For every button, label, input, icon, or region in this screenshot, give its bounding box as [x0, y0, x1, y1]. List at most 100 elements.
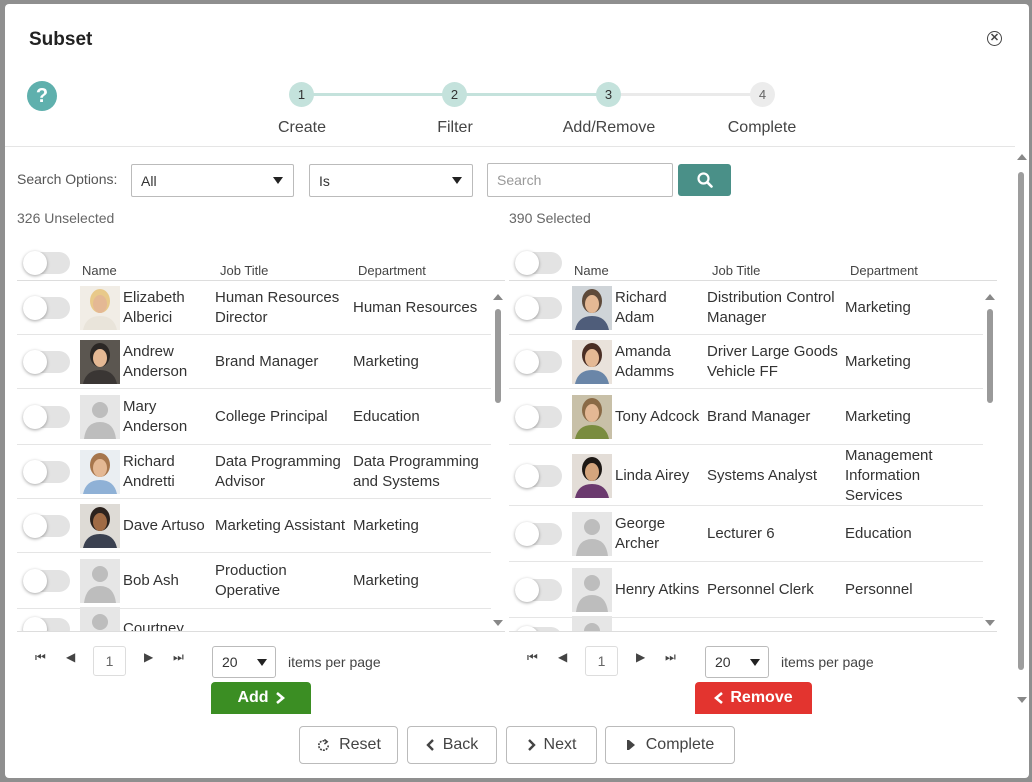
- scroll-up-icon[interactable]: [493, 294, 503, 300]
- table-row[interactable]: Richard Andretti Data Programming Advisor…: [17, 445, 491, 499]
- back-button[interactable]: Back: [407, 726, 497, 764]
- row-select-toggle[interactable]: [515, 522, 562, 546]
- search-options-label: Search Options:: [17, 171, 118, 187]
- dialog-scrollbar[interactable]: [1017, 154, 1027, 704]
- row-select-toggle[interactable]: [515, 405, 562, 429]
- table-row[interactable]: George Archer Lecturer 6 Education: [509, 506, 983, 562]
- department: Personnel: [845, 581, 913, 598]
- table-row[interactable]: Richard Adam Distribution Control Manager…: [509, 281, 983, 335]
- selected-panel: Name Job Title Department Richard Adam Di…: [509, 236, 997, 632]
- row-select-toggle[interactable]: [23, 569, 70, 593]
- table-row[interactable]: MattProduction: [509, 616, 983, 632]
- department: Marketing: [353, 572, 419, 589]
- job-title: Personnel Clerk: [707, 581, 814, 598]
- table-row[interactable]: Amanda Adamms Driver Large Goods Vehicle …: [509, 335, 983, 389]
- row-select-toggle[interactable]: [23, 617, 70, 632]
- avatar: [80, 504, 120, 548]
- chevron-down-icon: [452, 177, 462, 184]
- department: Education: [353, 408, 420, 425]
- employee-name: Henry Atkins: [615, 581, 700, 598]
- row-select-toggle[interactable]: [23, 405, 70, 429]
- row-select-toggle[interactable]: [515, 463, 562, 488]
- page-number[interactable]: 1: [93, 646, 126, 676]
- employee-name: Amanda Adamms: [615, 343, 675, 380]
- step-label-add-remove: Add/Remove: [562, 119, 656, 136]
- step-label-create: Create: [277, 119, 327, 136]
- prev-page-button[interactable]: ◀: [558, 650, 567, 664]
- complete-button[interactable]: Complete: [605, 726, 735, 764]
- avatar: [80, 607, 120, 632]
- page-size-select[interactable]: 20: [705, 646, 769, 678]
- employee-name: Richard Andretti: [123, 453, 175, 490]
- row-select-toggle[interactable]: [515, 578, 562, 602]
- scrollbar-thumb[interactable]: [987, 309, 993, 403]
- table-row[interactable]: Dave Artuso Marketing Assistant Marketing: [17, 499, 491, 553]
- step-label-complete: Complete: [727, 119, 797, 136]
- column-job-title: Job Title: [220, 263, 269, 278]
- search-field-select[interactable]: All: [131, 164, 294, 197]
- chevron-left-icon: [714, 692, 724, 704]
- row-select-toggle[interactable]: [515, 350, 562, 374]
- divider: [17, 631, 505, 632]
- search-button[interactable]: [678, 164, 731, 196]
- page-size-select[interactable]: 20: [212, 646, 276, 678]
- scroll-down-icon[interactable]: [493, 620, 503, 626]
- next-page-button[interactable]: ▶: [144, 650, 153, 664]
- help-icon[interactable]: ?: [27, 81, 57, 111]
- row-select-toggle[interactable]: [23, 350, 70, 374]
- table-row[interactable]: Courtney: [17, 607, 491, 632]
- first-page-button[interactable]: ⏮: [527, 650, 538, 665]
- add-button[interactable]: Add: [211, 682, 311, 714]
- next-button[interactable]: Next: [506, 726, 597, 764]
- column-department: Department: [850, 263, 918, 278]
- table-row[interactable]: Tony Adcock Brand Manager Marketing: [509, 389, 983, 445]
- employee-name: Andrew Anderson: [123, 343, 188, 380]
- table-header: Name Job Title Department: [509, 236, 997, 281]
- next-page-button[interactable]: ▶: [636, 650, 645, 664]
- search-operator-select[interactable]: Is: [309, 164, 473, 197]
- scroll-down-icon[interactable]: [1017, 697, 1027, 703]
- table-row[interactable]: Mary Anderson College Principal Education: [17, 389, 491, 445]
- column-name: Name: [82, 263, 117, 278]
- last-page-button[interactable]: ⏭: [665, 650, 676, 665]
- row-select-toggle[interactable]: [23, 514, 70, 538]
- row-select-toggle[interactable]: [23, 296, 70, 320]
- scrollbar-thumb[interactable]: [1018, 172, 1024, 670]
- avatar: [572, 568, 612, 612]
- department: Marketing: [353, 353, 419, 370]
- table-row[interactable]: Bob Ash Production Operative Marketing: [17, 553, 491, 609]
- scroll-down-icon[interactable]: [985, 620, 995, 626]
- row-select-toggle[interactable]: [515, 296, 562, 320]
- prev-page-button[interactable]: ◀: [66, 650, 75, 664]
- remove-button[interactable]: Remove: [695, 682, 812, 714]
- table-row[interactable]: Linda Airey Systems Analyst Management Inf…: [509, 445, 983, 506]
- table-row[interactable]: Henry Atkins Personnel Clerk Personnel: [509, 562, 983, 618]
- divider: [509, 631, 997, 632]
- department: Management Information Services: [845, 446, 933, 504]
- table-row[interactable]: Andrew Anderson Brand Manager Marketing: [17, 335, 491, 389]
- select-all-toggle[interactable]: [515, 251, 562, 275]
- selected-count: 390 Selected: [509, 210, 591, 226]
- divider: [5, 146, 1015, 147]
- row-select-toggle[interactable]: [23, 460, 70, 484]
- reset-button[interactable]: Reset: [299, 726, 398, 764]
- unselected-list: Elizabeth Alberici Human Resources Direct…: [17, 281, 491, 632]
- chevron-down-icon: [257, 659, 267, 666]
- close-icon[interactable]: ✕: [987, 31, 1002, 46]
- first-page-button[interactable]: ⏮: [35, 650, 46, 665]
- last-page-button[interactable]: ⏭: [173, 650, 184, 665]
- employee-name: Richard Adam: [615, 289, 667, 326]
- search-input[interactable]: [487, 163, 673, 197]
- scroll-up-icon[interactable]: [1017, 154, 1027, 160]
- scrollbar-thumb[interactable]: [495, 309, 501, 403]
- page-number[interactable]: 1: [585, 646, 618, 676]
- subset-dialog: Subset ✕ ? 1 2 3 4 Create Filter Add/Rem…: [5, 4, 1029, 778]
- department: Data Programming and Systems: [353, 453, 479, 490]
- scroll-up-icon[interactable]: [985, 294, 995, 300]
- chevron-right-icon: [527, 739, 536, 751]
- step-2: 2: [442, 82, 467, 107]
- dialog-title: Subset: [29, 29, 93, 50]
- select-all-toggle[interactable]: [23, 251, 70, 275]
- avatar: [572, 340, 612, 384]
- table-row[interactable]: Elizabeth Alberici Human Resources Direct…: [17, 281, 491, 335]
